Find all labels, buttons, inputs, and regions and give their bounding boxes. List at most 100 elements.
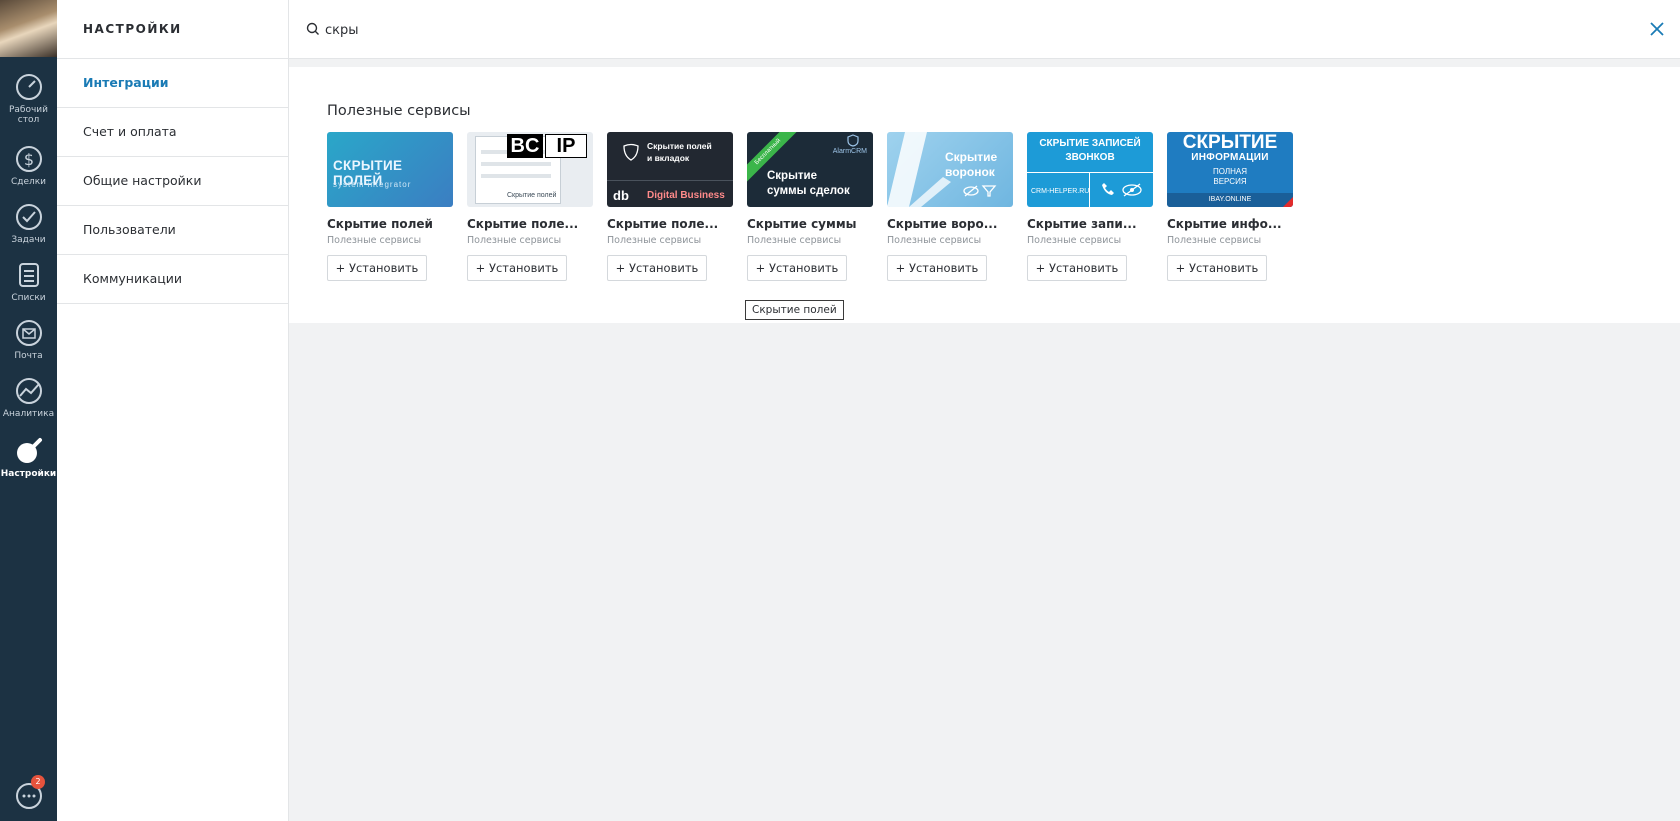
corner-icon	[1283, 197, 1293, 207]
widget-card: СКРЫТИЕ ПОЛЕЙ system integrator Скрытие …	[327, 132, 453, 281]
search-input[interactable]	[323, 17, 1627, 43]
thumb-text: IP	[545, 134, 587, 158]
shield-icon	[847, 134, 859, 147]
nav-label-dashboard: Рабочий стол	[8, 105, 48, 125]
widget-card: Бесплатный AlarmCRM Скрытие суммы сделок…	[747, 132, 873, 281]
widget-card: BC IP Скрытие полей Скрытие поле... Поле…	[467, 132, 593, 281]
main-area: Полезные сервисы СКРЫТИЕ ПОЛЕЙ system in…	[289, 0, 1680, 821]
widget-card: СКРЫТИЕ ИНФОРМАЦИИ ПОЛНАЯ ВЕРСИЯ IBAY.ON…	[1167, 132, 1293, 281]
settings-menu: НАСТРОЙКИ Интеграции Счет и оплата Общие…	[57, 0, 289, 821]
search-bar	[289, 0, 1680, 59]
thumb-text: Скрытие полей	[507, 192, 557, 199]
thumb-text: СКРЫТИЕ	[1182, 132, 1278, 153]
thumb-text: Скрытие полей	[647, 141, 712, 151]
thumb-text: и вкладок	[647, 153, 690, 163]
widget-thumbnail[interactable]: BC IP Скрытие полей	[467, 132, 593, 207]
nav-item-analytics[interactable]: Аналитика	[0, 376, 57, 419]
nav-label-settings: Настройки	[0, 469, 57, 479]
widget-category: Полезные сервисы	[1027, 235, 1122, 246]
widget-category: Полезные сервисы	[887, 235, 982, 246]
mask-icon	[623, 143, 639, 161]
thumb-text: воронок	[945, 165, 995, 179]
menu-item-integrations[interactable]: Интеграции	[57, 59, 288, 108]
menu-item-users[interactable]: Пользователи	[57, 206, 288, 255]
widget-category: Полезные сервисы	[607, 235, 702, 246]
install-button[interactable]: + Установить	[1027, 255, 1127, 281]
thumb-text: Скрытие	[945, 150, 998, 164]
hidden-eye-icon	[1122, 183, 1142, 197]
section-title: Полезные сервисы	[327, 103, 471, 119]
widget-category: Полезные сервисы	[327, 235, 422, 246]
logo-icon: db	[613, 188, 629, 203]
notification-badge: 2	[31, 775, 45, 789]
dashboard-icon	[15, 74, 42, 100]
nav-item-lists[interactable]: Списки	[0, 260, 57, 303]
nav-item-dashboard[interactable]: Рабочий стол	[0, 72, 57, 125]
search-results: Полезные сервисы СКРЫТИЕ ПОЛЕЙ system in…	[289, 67, 1680, 323]
thumb-text: AlarmCRM	[832, 148, 867, 155]
menu-title: НАСТРОЙКИ	[57, 0, 288, 59]
widget-thumbnail[interactable]: СКРЫТИЕ ИНФОРМАЦИИ ПОЛНАЯ ВЕРСИЯ IBAY.ON…	[1167, 132, 1293, 207]
widget-thumbnail[interactable]: СКРЫТИЕ ПОЛЕЙ system integrator	[327, 132, 453, 207]
tooltip: Скрытие полей	[745, 300, 844, 320]
nav-label-analytics: Аналитика	[2, 409, 55, 419]
nav-label-lists: Списки	[11, 293, 46, 303]
menu-item-general[interactable]: Общие настройки	[57, 157, 288, 206]
list-icon	[18, 263, 39, 287]
user-avatar[interactable]	[0, 0, 57, 57]
widget-name[interactable]: Скрытие воро...	[887, 217, 1013, 231]
nav-label-mail: Почта	[14, 351, 43, 361]
widget-thumbnail[interactable]: Бесплатный AlarmCRM Скрытие суммы сделок	[747, 132, 873, 207]
widget-thumbnail[interactable]: Скрытие полей и вкладок db Digital Busin…	[607, 132, 733, 207]
widget-card: Скрытие воронок Скрытие воро... Полезные…	[887, 132, 1013, 281]
menu-item-communications[interactable]: Коммуникации	[57, 255, 288, 304]
phone-icon	[1102, 183, 1114, 195]
thumb-text: ЗВОНКОВ	[1065, 152, 1115, 163]
thumb-text: IBAY.ONLINE	[1167, 193, 1293, 207]
widget-category: Полезные сервисы	[1167, 235, 1262, 246]
thumb-text: Digital Business	[647, 190, 725, 201]
install-button[interactable]: + Установить	[887, 255, 987, 281]
thumb-text: CRM-HELPER.RU	[1031, 188, 1090, 195]
thumb-text: Скрытие	[767, 170, 818, 182]
thumb-text: ПОЛНАЯ	[1212, 167, 1248, 176]
widget-name[interactable]: Скрытие запи...	[1027, 217, 1153, 231]
svg-text:$: $	[23, 150, 33, 169]
left-nav: Рабочий стол $ Сделки Задачи Списки Почт…	[0, 0, 57, 821]
close-icon[interactable]	[1648, 20, 1666, 38]
thumb-text: СКРЫТИЕ ЗАПИСЕЙ	[1039, 138, 1141, 149]
widget-name[interactable]: Скрытие полей	[327, 217, 453, 231]
hidden-funnel-icon	[963, 185, 997, 197]
widget-card: Скрытие полей и вкладок db Digital Busin…	[607, 132, 733, 281]
widget-thumbnail[interactable]: СКРЫТИЕ ЗАПИСЕЙ ЗВОНКОВ CRM-HELPER.RU	[1027, 132, 1153, 207]
nav-item-mail[interactable]: Почта	[0, 318, 57, 361]
widget-thumbnail[interactable]: Скрытие воронок	[887, 132, 1013, 207]
menu-item-billing[interactable]: Счет и оплата	[57, 108, 288, 157]
widget-name[interactable]: Скрытие поле...	[467, 217, 593, 231]
nav-label-deals: Сделки	[10, 177, 47, 187]
thumb-text: ВЕРСИЯ	[1213, 177, 1247, 186]
install-button[interactable]: + Установить	[327, 255, 427, 281]
widget-name[interactable]: Скрытие поле...	[607, 217, 733, 231]
nav-item-tasks[interactable]: Задачи	[0, 202, 57, 245]
thumb-text: суммы сделок	[767, 185, 850, 197]
widget-name[interactable]: Скрытие инфо...	[1167, 217, 1293, 231]
widget-category: Полезные сервисы	[747, 235, 842, 246]
nav-item-deals[interactable]: $ Сделки	[0, 144, 57, 187]
install-button[interactable]: + Установить	[747, 255, 847, 281]
analytics-icon	[15, 378, 42, 404]
thumb-text: BC	[507, 134, 543, 158]
widget-name[interactable]: Скрытие суммы	[747, 217, 873, 231]
nav-item-settings[interactable]: Настройки	[0, 436, 57, 479]
check-icon	[15, 204, 42, 230]
install-button[interactable]: + Установить	[467, 255, 567, 281]
install-button[interactable]: + Установить	[607, 255, 707, 281]
widget-category: Полезные сервисы	[467, 235, 562, 246]
search-icon	[306, 22, 319, 35]
widget-card: СКРЫТИЕ ЗАПИСЕЙ ЗВОНКОВ CRM-HELPER.RU Ск…	[1027, 132, 1153, 281]
thumb-text: ИНФОРМАЦИИ	[1191, 152, 1269, 163]
nav-label-tasks: Задачи	[11, 235, 46, 245]
thumb-text: system integrator	[333, 180, 412, 189]
dollar-icon: $	[15, 146, 42, 172]
install-button[interactable]: + Установить	[1167, 255, 1267, 281]
